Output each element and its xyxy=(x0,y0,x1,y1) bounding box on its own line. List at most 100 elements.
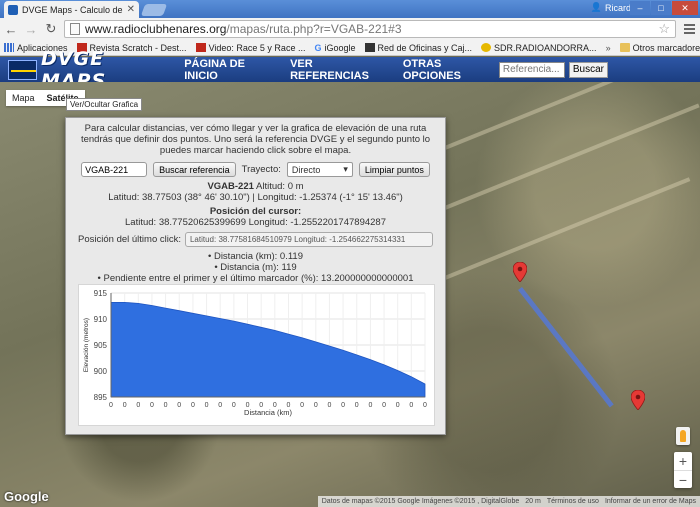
bookmark-star-icon[interactable]: ☆ xyxy=(658,21,670,37)
bookmark-video[interactable]: Video: Race 5 y Race ... xyxy=(195,43,305,53)
x-tick-label: 0 xyxy=(205,402,209,409)
terrain-feature xyxy=(429,177,691,286)
map-data-credit: Datos de mapas ©2015 Google Imágenes ©20… xyxy=(321,498,520,505)
bookmarks-overflow[interactable]: » xyxy=(606,43,611,53)
map-marker-icon[interactable] xyxy=(513,262,527,282)
x-tick-label: 0 xyxy=(382,402,386,409)
map-type-mapa[interactable]: Mapa xyxy=(6,90,41,106)
reference-info: VGAB-221 Altitud: 0 m Latitud: 38.77503 … xyxy=(66,181,445,203)
radio-wave-logo-icon xyxy=(8,59,38,80)
y-tick-label: 905 xyxy=(94,341,108,350)
cursor-coords: Latitud: 38.77520625399699 Longitud: -1.… xyxy=(125,217,386,228)
panel-controls: Buscar referencia Trayecto: Directo ▾ Li… xyxy=(66,162,445,177)
google-logo: Google xyxy=(4,489,49,504)
y-tick-label: 910 xyxy=(94,315,108,324)
bookmark-sdr[interactable]: SDR.RADIOANDORRA... xyxy=(481,43,597,53)
url-path: /mapas/ruta.php?r=VGAB-221#3 xyxy=(226,22,402,36)
site-nav: PÁGINA DE INICIO VER REFERENCIAS OTRAS O… xyxy=(184,58,499,82)
search-reference-button[interactable]: Buscar referencia xyxy=(153,162,236,177)
site-header: DVGE MAPS PÁGINA DE INICIO VER REFERENCI… xyxy=(0,48,700,92)
map-marker-icon[interactable] xyxy=(631,390,645,410)
elevation-chart[interactable]: 895 900 905 910 915 0 0 0 0 0 0 0 0 0 0 0 0 0 0 0 0 0 0 0 0 0 0 0 0 D… xyxy=(78,284,435,426)
reference-coords: Latitud: 38.77503 (38° 46' 30.10") | Lon… xyxy=(108,192,403,203)
google-g-icon: G xyxy=(314,43,322,53)
reference-input[interactable] xyxy=(81,162,148,177)
bookmark-igoogle[interactable]: GiGoogle xyxy=(314,43,355,54)
window-controls: – □ ✕ xyxy=(630,1,698,15)
x-tick-label: 0 xyxy=(355,402,359,409)
terrain-feature xyxy=(429,103,700,216)
x-axis-label: Distancia (km) xyxy=(244,408,292,417)
street-view-pegman-icon[interactable] xyxy=(676,427,690,445)
browser-toolbar: ← → ↻ www.radioclubhenares.org /mapas/ru… xyxy=(0,18,700,40)
new-tab-button[interactable] xyxy=(140,4,168,16)
last-click-field[interactable]: Latitud: 38.77581684510979 Longitud: -1.… xyxy=(184,232,433,247)
tab-title: DVGE Maps - Calculo de ruta xyxy=(22,4,124,15)
x-tick-label: 0 xyxy=(177,402,181,409)
x-tick-label: 0 xyxy=(423,402,427,409)
map-attribution: Datos de mapas ©2015 Google Imágenes ©20… xyxy=(317,496,700,507)
reload-icon[interactable]: ↻ xyxy=(44,21,58,37)
x-tick-label: 0 xyxy=(109,402,113,409)
back-arrow-icon[interactable]: ← xyxy=(4,22,18,37)
reference-name: VGAB-221 xyxy=(207,181,254,192)
last-click-row: Posición del último click: Latitud: 38.7… xyxy=(66,232,445,247)
url-host: www.radioclubhenares.org xyxy=(85,22,227,36)
map-scale: 20 m xyxy=(525,498,541,505)
bookmark-oficinas[interactable]: Red de Oficinas y Caj... xyxy=(364,43,472,53)
zoom-out-button[interactable]: − xyxy=(674,470,692,488)
terms-link[interactable]: Términos de uso xyxy=(547,498,599,505)
x-tick-label: 0 xyxy=(136,402,140,409)
x-tick-label: 0 xyxy=(164,402,168,409)
clear-points-button[interactable]: Limpiar puntos xyxy=(358,162,430,177)
zoom-in-button[interactable]: + xyxy=(674,452,692,470)
x-tick-label: 0 xyxy=(327,402,331,409)
x-tick-label: 0 xyxy=(396,402,400,409)
y-tick-label: 915 xyxy=(94,289,108,298)
x-tick-label: 0 xyxy=(300,402,304,409)
distance-m: Distancia (m): 119 xyxy=(66,262,445,273)
elevation-area xyxy=(110,302,426,398)
browser-titlebar: DVGE Maps - Calculo de ruta ✕ 👤 Ricardo … xyxy=(0,0,700,18)
minimize-icon[interactable]: – xyxy=(630,1,650,15)
reference-search-input[interactable] xyxy=(498,61,565,78)
dropdown-arrow-icon: ▾ xyxy=(343,164,348,174)
window-close-icon[interactable]: ✕ xyxy=(672,1,698,15)
maximize-icon[interactable]: □ xyxy=(651,1,671,15)
x-tick-label: 0 xyxy=(341,402,345,409)
nav-opciones[interactable]: OTRAS OPCIONES xyxy=(403,58,499,82)
cursor-title: Posición del cursor: xyxy=(209,206,302,217)
x-tick-label: 0 xyxy=(314,402,318,409)
x-tick-label: 0 xyxy=(191,402,195,409)
user-icon: 👤 xyxy=(590,2,602,12)
evo-icon xyxy=(364,43,375,52)
x-tick-label: 0 xyxy=(368,402,372,409)
nav-referencias[interactable]: VER REFERENCIAS xyxy=(290,58,391,82)
search-button[interactable]: Buscar xyxy=(568,61,608,78)
route-select-value: Directo xyxy=(291,164,321,175)
dvge-favicon-icon xyxy=(8,4,18,15)
panel-intro: Para calcular distancias, ver cómo llega… xyxy=(80,123,431,156)
reference-altitude: Altitud: 0 m xyxy=(256,181,304,192)
x-tick-label: 0 xyxy=(150,402,154,409)
video-icon xyxy=(195,43,206,52)
y-axis-label: Elevación (metros) xyxy=(83,318,90,372)
browser-tab[interactable]: DVGE Maps - Calculo de ruta ✕ xyxy=(4,1,139,18)
zoom-control: + − xyxy=(674,452,692,488)
route-select[interactable]: Directo ▾ xyxy=(286,162,353,177)
bookmark-other[interactable]: Otros marcadores xyxy=(619,43,700,53)
tab-close-icon[interactable]: ✕ xyxy=(127,4,135,15)
browser-menu-icon[interactable] xyxy=(682,24,696,34)
report-error-link[interactable]: Informar de un error de Maps xyxy=(605,498,696,505)
cursor-info: Posición del cursor: Latitud: 38.7752062… xyxy=(66,206,445,228)
x-tick-label: 0 xyxy=(409,402,413,409)
sdr-icon xyxy=(481,43,492,52)
route-stats: Distancia (km): 0.119 Distancia (m): 119… xyxy=(66,251,445,284)
toggle-graph-tooltip[interactable]: Ver/Ocultar Grafica xyxy=(66,98,143,111)
last-click-label: Posición del último click: xyxy=(78,234,181,245)
folder-icon xyxy=(619,43,630,52)
forward-arrow-icon[interactable]: → xyxy=(24,22,38,37)
page-icon xyxy=(70,23,80,35)
address-bar[interactable]: www.radioclubhenares.org /mapas/ruta.php… xyxy=(64,20,676,38)
nav-inicio[interactable]: PÁGINA DE INICIO xyxy=(184,58,278,82)
